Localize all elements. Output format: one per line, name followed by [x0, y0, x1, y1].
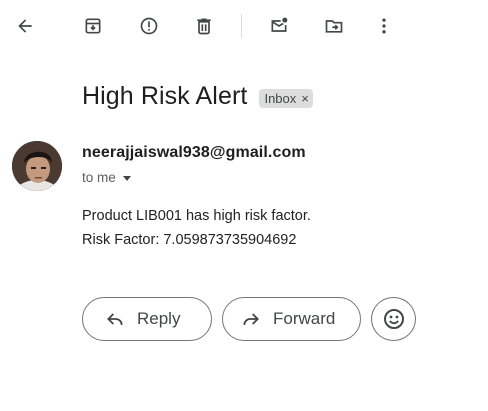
archive-button[interactable] — [77, 10, 109, 42]
body-line-1: Product LIB001 has high risk factor. — [82, 208, 311, 224]
label-chip-text: Inbox — [264, 90, 297, 106]
forward-icon — [243, 313, 259, 325]
move-to-button[interactable] — [318, 10, 350, 42]
toolbar-divider — [241, 14, 242, 38]
subject-row: High Risk Alert Inbox × — [82, 82, 313, 111]
email-toolbar — [0, 0, 488, 52]
email-body: Product LIB001 has high risk factor. Ris… — [82, 204, 311, 252]
mark-unread-button[interactable] — [263, 10, 295, 42]
recipient-details-toggle[interactable]: to me — [82, 170, 131, 185]
archive-icon — [85, 18, 101, 34]
mark-unread-icon — [271, 17, 288, 32]
delete-icon — [197, 18, 211, 35]
delete-button[interactable] — [188, 10, 220, 42]
back-arrow-icon — [18, 19, 32, 33]
remove-label-icon[interactable]: × — [301, 91, 309, 106]
body-line-2: Risk Factor: 7.059873735904692 — [82, 232, 297, 248]
email-subject: High Risk Alert — [82, 82, 248, 110]
chevron-down-icon — [122, 175, 131, 181]
recipient-text: to me — [82, 170, 116, 185]
more-options-button[interactable] — [368, 10, 400, 42]
reply-icon — [107, 313, 123, 325]
avatar[interactable] — [12, 141, 62, 191]
sender-email: neerajjaiswal938@gmail.com — [82, 144, 306, 161]
more-vert-icon — [382, 18, 386, 34]
reply-button[interactable]: Reply — [82, 297, 212, 341]
reply-label: Reply — [137, 309, 181, 328]
inbox-label-chip[interactable]: Inbox × — [259, 88, 313, 108]
emoji-icon — [383, 309, 404, 329]
forward-label: Forward — [273, 309, 336, 328]
forward-button[interactable]: Forward — [222, 297, 361, 341]
move-to-icon — [325, 20, 343, 33]
emoji-reaction-button[interactable] — [371, 297, 416, 341]
report-spam-icon — [140, 17, 158, 35]
avatar-photo — [12, 141, 62, 191]
back-button[interactable] — [9, 10, 41, 42]
report-spam-button[interactable] — [133, 10, 165, 42]
